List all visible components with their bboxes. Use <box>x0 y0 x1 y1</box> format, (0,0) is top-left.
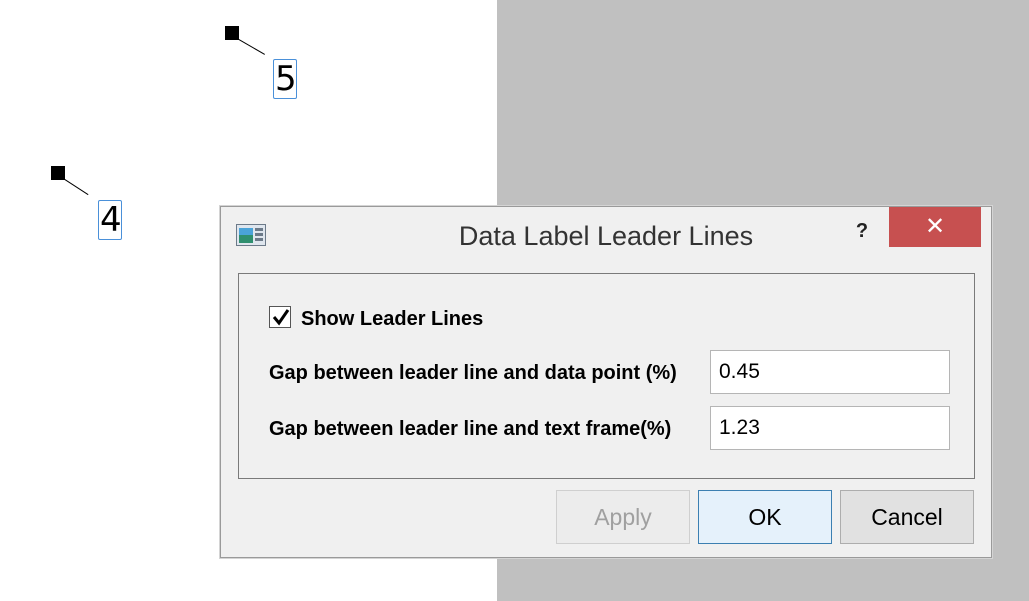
leader-line <box>64 179 89 196</box>
dialog-titlebar[interactable]: Data Label Leader Lines ? ✕ <box>221 207 991 265</box>
close-button[interactable]: ✕ <box>889 207 981 247</box>
data-label[interactable]: 5 <box>273 59 297 99</box>
help-button[interactable]: ? <box>849 217 875 245</box>
dialog-title: Data Label Leader Lines <box>458 221 754 251</box>
gap-text-frame-input[interactable] <box>710 406 950 450</box>
show-leader-lines-label[interactable]: Show Leader Lines <box>301 308 483 331</box>
checkmark-icon <box>272 309 290 326</box>
gap-text-frame-label: Gap between leader line and text frame(%… <box>269 418 672 440</box>
data-point-marker[interactable] <box>225 26 239 40</box>
options-group: Show Leader Lines Gap between leader lin… <box>238 273 975 479</box>
ok-button[interactable]: OK <box>698 490 832 544</box>
data-label[interactable]: 4 <box>98 200 122 240</box>
show-leader-lines-checkbox[interactable] <box>269 306 291 328</box>
apply-button[interactable]: Apply <box>556 490 690 544</box>
gap-data-point-input[interactable] <box>710 350 950 394</box>
cancel-button[interactable]: Cancel <box>840 490 974 544</box>
gap-data-point-label: Gap between leader line and data point (… <box>269 362 677 384</box>
data-point-marker[interactable] <box>51 166 65 180</box>
leader-line <box>238 39 265 55</box>
leader-lines-dialog: Data Label Leader Lines ? ✕ Show Leader … <box>220 206 992 558</box>
